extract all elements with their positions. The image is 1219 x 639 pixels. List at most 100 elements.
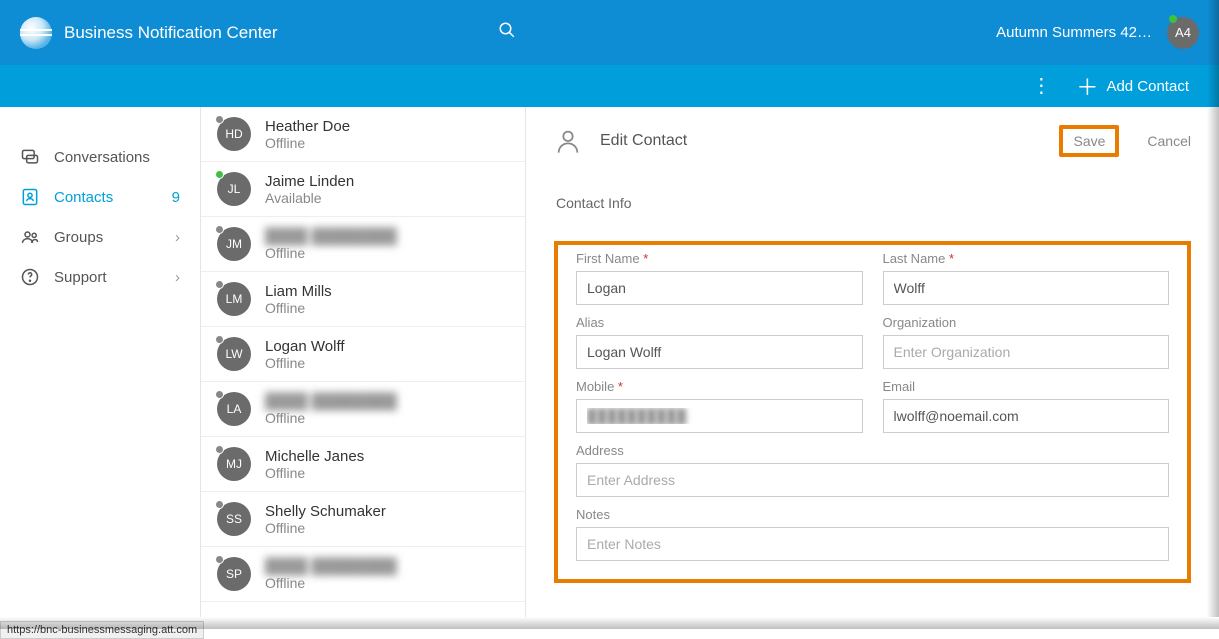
- organization-field[interactable]: [883, 335, 1170, 369]
- last-name-field[interactable]: [883, 271, 1170, 305]
- organization-label: Organization: [883, 315, 1170, 330]
- first-name-field-wrap: First Name *: [576, 251, 863, 305]
- contact-info: Heather DoeOffline: [265, 118, 350, 151]
- sidebar-item-support[interactable]: Support ›: [0, 257, 200, 297]
- contact-status: Offline: [265, 355, 345, 371]
- sidebar-item-contacts[interactable]: Contacts 9: [0, 177, 200, 217]
- contact-name: Michelle Janes: [265, 448, 364, 465]
- sidebar-nav: Conversations Contacts 9 Groups › Support ›: [0, 107, 200, 617]
- contact-status: Offline: [265, 520, 386, 536]
- contact-avatar: SS: [217, 502, 251, 536]
- contact-info: Michelle JanesOffline: [265, 448, 364, 481]
- person-icon: [554, 127, 582, 155]
- contact-avatar: LA: [217, 392, 251, 426]
- address-field-wrap: Address: [576, 443, 1169, 497]
- sidebar-item-groups[interactable]: Groups ›: [0, 217, 200, 257]
- contact-info: ████ ████████Offline: [265, 393, 397, 426]
- header-user-name[interactable]: Autumn Summers 42…: [996, 24, 1152, 41]
- more-menu-button[interactable]: ⋮: [1031, 76, 1051, 96]
- contact-row[interactable]: JL Jaime LindenAvailable: [201, 162, 525, 217]
- presence-dot-icon: [215, 390, 224, 399]
- organization-field-wrap: Organization: [883, 315, 1170, 369]
- presence-dot-icon: [215, 280, 224, 289]
- notes-field[interactable]: [576, 527, 1169, 561]
- contact-info: Jaime LindenAvailable: [265, 173, 354, 206]
- contact-row[interactable]: LW Logan WolffOffline: [201, 327, 525, 382]
- save-button[interactable]: Save: [1059, 125, 1119, 157]
- contact-row[interactable]: SS Shelly SchumakerOffline: [201, 492, 525, 547]
- action-bar: ⋮ ＋ Add Contact: [0, 65, 1219, 107]
- notes-label: Notes: [576, 507, 1169, 522]
- app-header: Business Notification Center Autumn Summ…: [0, 0, 1219, 65]
- contact-status: Offline: [265, 245, 397, 261]
- contact-name: Heather Doe: [265, 118, 350, 135]
- last-name-field-wrap: Last Name *: [883, 251, 1170, 305]
- first-name-label: First Name *: [576, 251, 863, 266]
- contact-avatar: HD: [217, 117, 251, 151]
- presence-dot-icon: [215, 445, 224, 454]
- chevron-right-icon: ›: [175, 269, 180, 286]
- contact-row[interactable]: HD Heather DoeOffline: [201, 107, 525, 162]
- presence-dot-icon: [215, 115, 224, 124]
- contact-row[interactable]: MJ Michelle JanesOffline: [201, 437, 525, 492]
- contact-row[interactable]: LMLiam MillsOffline: [201, 272, 525, 327]
- contact-name: Shelly Schumaker: [265, 503, 386, 520]
- header-avatar[interactable]: A4: [1167, 17, 1199, 49]
- contact-row[interactable]: JM████ ████████Offline: [201, 217, 525, 272]
- last-name-label: Last Name *: [883, 251, 1170, 266]
- email-field[interactable]: [883, 399, 1170, 433]
- presence-dot-icon: [215, 335, 224, 344]
- address-field[interactable]: [576, 463, 1169, 497]
- contact-name: Logan Wolff: [265, 338, 345, 355]
- plus-icon: ＋: [1076, 70, 1098, 102]
- panel-header: Edit Contact Save Cancel: [554, 125, 1191, 157]
- presence-dot-icon: [215, 555, 224, 564]
- contact-list[interactable]: HDHeather DoeOfflineJLJaime LindenAvaila…: [200, 107, 526, 617]
- contact-row[interactable]: SP████ ████████Offline: [201, 547, 525, 602]
- contact-info: Shelly SchumakerOffline: [265, 503, 386, 536]
- presence-dot-icon: [215, 170, 224, 179]
- sidebar-item-conversations[interactable]: Conversations: [0, 137, 200, 177]
- address-label: Address: [576, 443, 1169, 458]
- add-contact-button[interactable]: ＋ Add Contact: [1076, 70, 1189, 102]
- contact-info: Logan WolffOffline: [265, 338, 345, 371]
- email-label: Email: [883, 379, 1170, 394]
- contact-row[interactable]: LA ████ ████████Offline: [201, 382, 525, 437]
- app-title: Business Notification Center: [64, 23, 278, 43]
- search-icon: [498, 21, 516, 39]
- sidebar-item-label: Support: [54, 269, 107, 286]
- contact-name: Liam Mills: [265, 283, 332, 300]
- chevron-right-icon: ›: [175, 229, 180, 246]
- sidebar-item-label: Contacts: [54, 189, 113, 206]
- contact-avatar: LW: [217, 337, 251, 371]
- search-button[interactable]: [498, 21, 516, 44]
- cancel-button[interactable]: Cancel: [1147, 133, 1191, 149]
- contact-avatar: MJ: [217, 447, 251, 481]
- contact-status: Offline: [265, 465, 364, 481]
- contact-status: Offline: [265, 410, 397, 426]
- mobile-field[interactable]: [576, 399, 863, 433]
- alias-field[interactable]: [576, 335, 863, 369]
- contact-info: ████ ████████Offline: [265, 558, 397, 591]
- groups-icon: [20, 227, 40, 247]
- contact-form: First Name * Last Name * Alias Organizat…: [554, 241, 1191, 583]
- logo-wrap: Business Notification Center: [20, 17, 278, 49]
- contact-name: ████ ████████: [265, 558, 397, 575]
- contact-avatar: JL: [217, 172, 251, 206]
- sidebar-item-label: Conversations: [54, 149, 150, 166]
- contact-info-heading: Contact Info: [556, 195, 1191, 211]
- edit-contact-panel: Edit Contact Save Cancel Contact Info Fi…: [526, 107, 1219, 617]
- first-name-field[interactable]: [576, 271, 863, 305]
- contact-name: Jaime Linden: [265, 173, 354, 190]
- contact-info: ████ ████████Offline: [265, 228, 397, 261]
- sidebar-item-count: 9: [172, 189, 180, 206]
- panel-title: Edit Contact: [600, 132, 687, 150]
- att-logo-icon: [20, 17, 52, 49]
- contact-status: Offline: [265, 575, 397, 591]
- add-contact-label: Add Contact: [1106, 78, 1189, 95]
- alias-field-wrap: Alias: [576, 315, 863, 369]
- email-field-wrap: Email: [883, 379, 1170, 433]
- contact-info: Liam MillsOffline: [265, 283, 332, 316]
- contact-name: ████ ████████: [265, 393, 397, 410]
- sidebar-item-label: Groups: [54, 229, 103, 246]
